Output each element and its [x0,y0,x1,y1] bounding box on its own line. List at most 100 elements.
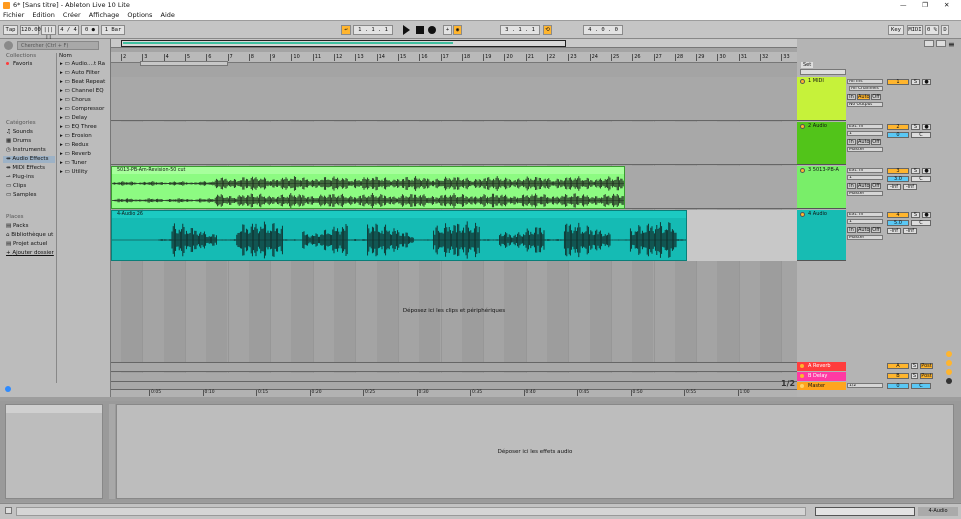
position-field[interactable]: 1 . 1 . 1 [353,25,393,35]
track-name-4[interactable]: 4 Audio [808,211,827,217]
tap-button[interactable]: Tap [3,25,18,35]
arm-button-3[interactable]: ● [922,168,931,174]
return-lane-a[interactable] [111,362,797,372]
audio-clip-4[interactable]: 4-Audio 26 [111,210,687,261]
place-packs[interactable]: ▤ Packs [6,223,28,230]
output-select-3[interactable]: Master [847,191,883,196]
sends-toggle-icon[interactable] [946,360,952,366]
monitor-in-1[interactable]: In [847,94,856,100]
category-clips[interactable]: ▭ Clips [6,183,26,190]
menu-aide[interactable]: Aide [161,11,175,19]
favorites-item[interactable]: Favoris [6,61,32,68]
track-activator-icon[interactable] [800,212,805,217]
close-icon[interactable]: ✕ [944,0,949,11]
browser-item[interactable]: ▸ ▭ Utility [60,169,88,176]
place-user-library[interactable]: ⌂ Bibliothèque ut [6,232,53,239]
device-chain-handle[interactable] [109,404,115,499]
monitor-off-1[interactable]: Off [871,94,881,100]
arm-button-1[interactable]: ● [922,79,931,85]
audio-clip-3[interactable]: 5013-PB-Am-Revision-50 cut [111,166,625,209]
send-b-field-3[interactable]: -inf [903,184,917,190]
monitor-in-3[interactable]: In [847,183,856,189]
track-number-button-3[interactable]: 3 [887,168,909,174]
returns-toggle-icon[interactable] [946,369,952,375]
return-b-solo[interactable]: S [911,373,918,379]
preview-icon[interactable] [5,386,11,392]
nudge-buttons[interactable]: ||| || [41,25,56,41]
browser-item[interactable]: ▸ ▭ Delay [60,115,87,122]
browser-item[interactable]: ▸ ▭ Redux [60,142,89,149]
monitor-auto-3[interactable]: Auto [857,183,870,189]
send-a-field-4[interactable]: -inf [887,228,901,234]
name-column-header[interactable]: Nom [59,53,72,60]
menu-edition[interactable]: Edition [32,11,55,19]
mixer-toggle-icon[interactable] [946,378,952,384]
category-instruments[interactable]: ◷ Instruments [6,147,46,154]
browser-item[interactable]: ▸ ▭ Auto Filter [60,70,100,77]
menu-creer[interactable]: Créer [63,11,81,19]
solo-button-3[interactable]: S [911,168,920,174]
category-plugins[interactable]: ⊸ Plug-ins [6,174,34,181]
automation-arm-button[interactable]: ◉ [453,25,462,35]
browser-item[interactable]: ▸ ▭ Compressor [60,106,104,113]
solo-button-2[interactable]: S [911,124,920,130]
monitor-auto-4[interactable]: Auto [857,227,870,233]
drop-clips-area[interactable]: Déposez ici les clips et périphériques [111,262,797,362]
menu-fichier[interactable]: Fichier [3,11,24,19]
arm-button-4[interactable]: ● [922,212,931,218]
overview-bar[interactable] [111,39,797,48]
monitor-off-2[interactable]: Off [871,139,881,145]
category-audio-effects[interactable]: ⇹ Audio Effects [3,156,55,163]
monitor-auto-2[interactable]: Auto [857,139,870,145]
track-lane-1-midi[interactable] [111,77,797,121]
category-sounds[interactable]: ♫ Sounds [6,129,33,136]
track-activator-icon[interactable] [800,384,804,388]
category-drums[interactable]: ▦ Drums [6,138,31,145]
key-map-button[interactable]: Key [888,25,904,35]
record-icon[interactable] [428,26,436,34]
play-icon[interactable] [403,25,410,35]
pan-field-3[interactable]: C [911,176,931,182]
monitor-off-3[interactable]: Off [871,183,881,189]
arm-button-2[interactable]: ● [922,124,931,130]
input-type-select-2[interactable]: Ext. In [847,124,883,129]
master-header[interactable]: Master [797,382,846,390]
monitor-off-4[interactable]: Off [871,227,881,233]
track-activator-icon[interactable] [800,168,805,173]
metronome-button[interactable]: 0 ● [81,25,99,35]
monitor-in-2[interactable]: In [847,139,856,145]
io-toggle-icon[interactable] [946,351,952,357]
volume-field-2[interactable]: 0 [887,132,909,138]
volume-field-4[interactable]: 5.0 [887,220,909,226]
output-select-1[interactable]: No Output [847,102,883,107]
output-select-2[interactable]: Master [847,147,883,152]
monitor-auto-1[interactable]: Auto [857,94,870,100]
return-b-button[interactable]: B [887,373,909,379]
input-type-select-1[interactable]: All Ins [847,79,883,84]
track-number-button-2[interactable]: 2 [887,124,909,130]
track-name-3[interactable]: 3 5013-PB-A [808,167,839,173]
track-overview-strip[interactable] [815,507,915,516]
place-add-folder[interactable]: + Ajouter dossier [6,250,54,257]
browser-toggle-icon[interactable] [4,41,13,50]
track-activator-icon[interactable] [800,79,805,84]
track-header-4[interactable]: 4 Audio [797,210,846,261]
track-header-2[interactable]: 2 Audio [797,122,846,165]
info-toggle-button[interactable] [5,507,12,514]
device-drop-area[interactable]: Déposer ici les effets audio [116,404,954,499]
category-midi-effects[interactable]: ⇹ MIDI Effects [6,165,45,172]
return-name-b[interactable]: B Delay [808,373,827,379]
return-lane-b[interactable] [111,373,797,382]
monitor-in-4[interactable]: In [847,227,856,233]
track-activator-icon[interactable] [800,374,804,378]
browser-item[interactable]: ▸ ▭ Reverb [60,151,91,158]
input-channel-select-3[interactable]: 1 [847,175,883,180]
return-header-a[interactable]: A Reverb [797,362,846,371]
menu-options[interactable]: Options [127,11,152,19]
header-tool-buttons[interactable] [800,69,846,75]
track-activator-icon[interactable] [800,364,804,368]
send-a-field-3[interactable]: -inf [887,184,901,190]
return-a-button[interactable]: A [887,363,909,369]
return-b-post[interactable]: Post [920,373,933,379]
browser-item[interactable]: ▸ ▭ Tuner [60,160,87,167]
